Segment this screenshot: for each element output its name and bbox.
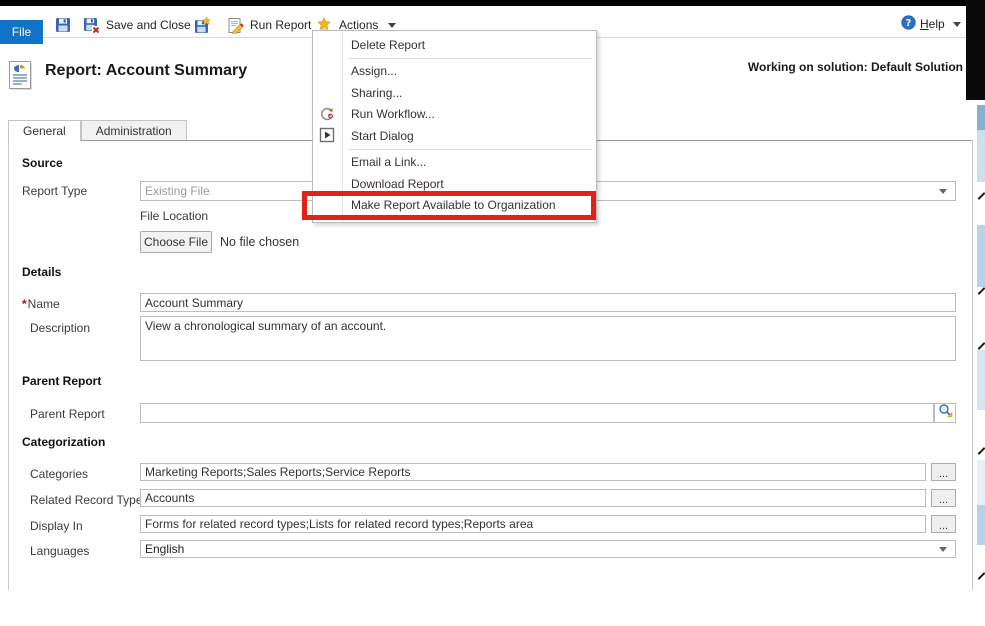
- languages-select[interactable]: English: [140, 540, 956, 558]
- languages-caret-icon: [939, 547, 947, 552]
- source-section-heading: Source: [22, 156, 63, 170]
- menu-item-make-report-available[interactable]: Make Report Available to Organization: [313, 195, 596, 217]
- parent-report-label: Parent Report: [30, 407, 105, 421]
- report-type-label: Report Type: [22, 184, 87, 198]
- description-label: Description: [30, 321, 90, 335]
- save-and-close-icon: [83, 17, 100, 34]
- page-title: Report: Account Summary: [45, 62, 247, 80]
- tab-general[interactable]: General: [8, 120, 81, 141]
- related-record-types-label: Related Record Types: [30, 493, 149, 507]
- tab-strip: General Administration: [8, 120, 187, 141]
- menu-item-email-a-link[interactable]: Email a Link...: [313, 152, 596, 174]
- report-icon: [8, 60, 35, 98]
- parent-report-input[interactable]: [140, 403, 934, 423]
- categories-ellipsis-button[interactable]: ...: [931, 463, 956, 481]
- save-and-close-button[interactable]: Save and Close: [83, 14, 191, 36]
- menu-item-sharing[interactable]: Sharing...: [313, 82, 596, 104]
- description-textarea[interactable]: View a chronological summary of an accou…: [140, 316, 956, 361]
- save-and-new-button[interactable]: [194, 14, 211, 36]
- solution-note: Working on solution: Default Solution: [748, 60, 963, 74]
- run-report-icon: [227, 17, 244, 34]
- menu-item-run-workflow[interactable]: Run Workflow...: [313, 104, 596, 126]
- no-file-chosen-text: No file chosen: [220, 235, 299, 249]
- save-icon: [55, 17, 71, 33]
- tab-administration[interactable]: Administration: [81, 120, 187, 141]
- crm-report-window: File Save and Close Run Report: [0, 0, 985, 626]
- run-report-label: Run Report: [250, 18, 311, 32]
- related-record-types-ellipsis-button[interactable]: ...: [931, 489, 956, 507]
- help-icon: ?: [901, 15, 916, 33]
- required-asterisk: *: [22, 297, 27, 311]
- actions-dropdown-menu: Delete Report Assign... Sharing... Run W…: [312, 30, 597, 223]
- file-tab-label: File: [12, 25, 31, 39]
- details-section-heading: Details: [22, 265, 61, 279]
- menu-item-start-dialog[interactable]: Start Dialog: [313, 125, 596, 147]
- choose-file-button[interactable]: Choose File: [140, 231, 212, 253]
- lookup-magnifier-icon: [938, 403, 953, 423]
- run-report-button[interactable]: Run Report: [227, 14, 311, 36]
- menu-item-download-report[interactable]: Download Report: [313, 173, 596, 195]
- file-tab[interactable]: File: [0, 20, 43, 44]
- parent-report-lookup-button[interactable]: [934, 403, 956, 423]
- parent-report-section-heading: Parent Report: [22, 374, 101, 388]
- help-menu-button[interactable]: ? Help: [901, 15, 961, 33]
- file-location-label: File Location: [140, 209, 208, 223]
- related-record-types-input[interactable]: [140, 489, 926, 507]
- svg-text:?: ?: [906, 18, 912, 29]
- save-and-close-label: Save and Close: [106, 18, 191, 32]
- run-workflow-icon: [319, 106, 335, 125]
- categories-label: Categories: [30, 467, 88, 481]
- menu-item-assign[interactable]: Assign...: [313, 61, 596, 83]
- content-left-border: [8, 140, 9, 590]
- menu-separator: [349, 58, 592, 59]
- name-label: *Name: [22, 297, 60, 311]
- actions-caret-icon: [388, 23, 396, 28]
- categorization-section-heading: Categorization: [22, 435, 105, 449]
- categories-input[interactable]: [140, 463, 926, 481]
- display-in-label: Display In: [30, 519, 83, 533]
- start-dialog-icon: [319, 127, 335, 146]
- languages-label: Languages: [30, 544, 89, 558]
- content-right-border: [972, 140, 973, 590]
- save-and-new-icon: [194, 17, 211, 34]
- report-type-caret-icon: [939, 189, 947, 194]
- save-button[interactable]: [55, 14, 71, 36]
- menu-item-delete-report[interactable]: Delete Report: [313, 34, 596, 56]
- display-in-ellipsis-button[interactable]: ...: [931, 515, 956, 533]
- display-in-input[interactable]: [140, 515, 926, 533]
- background-window-corner: [966, 0, 985, 100]
- help-caret-icon: [953, 22, 961, 27]
- name-input[interactable]: [140, 293, 956, 312]
- window-edge-pattern: [977, 100, 985, 595]
- help-label: Help: [920, 17, 945, 31]
- menu-separator: [349, 149, 592, 150]
